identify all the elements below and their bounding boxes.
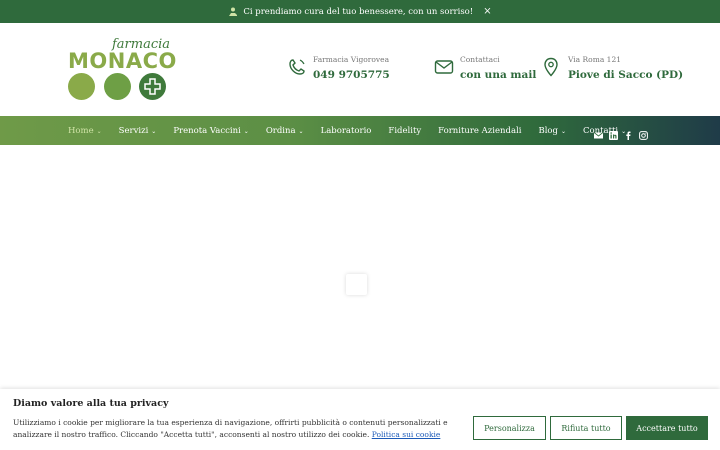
hand-heart-icon <box>228 7 238 17</box>
contact-phone-label: Farmacia Vigorovea <box>313 55 390 64</box>
contact-address-value[interactable]: Piove di Sacco (PD) <box>568 69 683 81</box>
main-navigation: Home ⌄ Servizi ⌄ Prenota Vaccini ⌄ Ordina ⌄ … <box>0 116 720 145</box>
announcement-bar: Ci prendiamo cura del tuo benessere, con… <box>0 0 720 23</box>
chevron-down-icon: ⌄ <box>298 127 304 135</box>
cookie-policy-link[interactable]: Politica sui cookie <box>372 430 441 439</box>
contact-mail-label: Contattaci <box>460 55 500 64</box>
nav-item-servizi[interactable]: Servizi ⌄ <box>119 126 157 136</box>
contact-address-label: Via Roma 121 <box>568 55 621 64</box>
customize-button[interactable]: Personalizza <box>473 416 546 440</box>
mail-icon <box>434 57 454 81</box>
logo-circle-2 <box>104 73 131 100</box>
contact-phone-value[interactable]: 049 9705775 <box>313 69 390 81</box>
accept-all-button[interactable]: Accettare tutto <box>626 416 708 440</box>
facebook-icon[interactable] <box>624 125 633 140</box>
logo-main-text: MONACO <box>68 49 177 73</box>
instagram-icon[interactable] <box>639 125 648 140</box>
phone-icon <box>287 57 307 81</box>
chevron-down-icon: ⌄ <box>96 127 102 135</box>
cookie-title: Diamo valore alla tua privacy <box>13 398 169 409</box>
envelope-icon[interactable] <box>593 125 604 139</box>
nav-item-home[interactable]: Home ⌄ <box>68 126 102 136</box>
site-header: farmacia MONACO Farmacia Vigorovea 049 9… <box>0 23 720 116</box>
chevron-down-icon: ⌄ <box>560 127 567 135</box>
nav-item-ordina[interactable]: Ordina ⌄ <box>266 126 304 136</box>
chevron-down-icon: ⌄ <box>151 127 157 135</box>
location-pin-icon <box>542 57 560 81</box>
linkedin-icon[interactable] <box>609 125 618 140</box>
loading-spinner <box>346 274 367 295</box>
contact-mail-value[interactable]: con una mail <box>460 69 536 81</box>
cookie-text: Utilizziamo i cookie per migliorare la t… <box>13 418 448 439</box>
cookie-consent-banner: Diamo valore alla tua privacy Utilizziam… <box>0 389 720 450</box>
announcement-text: Ci prendiamo cura del tuo benessere, con… <box>243 6 474 17</box>
nav-item-forniture-aziendali[interactable]: Forniture Aziendali <box>438 126 521 136</box>
close-icon[interactable]: × <box>483 6 491 17</box>
chevron-down-icon: ⌄ <box>243 127 249 135</box>
nav-item-fidelity[interactable]: Fidelity <box>388 126 421 136</box>
nav-item-blog[interactable]: Blog ⌄ <box>538 126 566 136</box>
pharmacy-logo[interactable]: farmacia MONACO <box>68 37 176 104</box>
nav-item-prenota-vaccini[interactable]: Prenota Vaccini ⌄ <box>173 126 248 136</box>
social-links <box>593 125 648 140</box>
logo-cross-icon <box>139 73 166 100</box>
logo-circle-1 <box>68 73 95 100</box>
reject-all-button[interactable]: Rifiuta tutto <box>550 416 622 440</box>
nav-item-laboratorio[interactable]: Laboratorio <box>321 126 372 136</box>
